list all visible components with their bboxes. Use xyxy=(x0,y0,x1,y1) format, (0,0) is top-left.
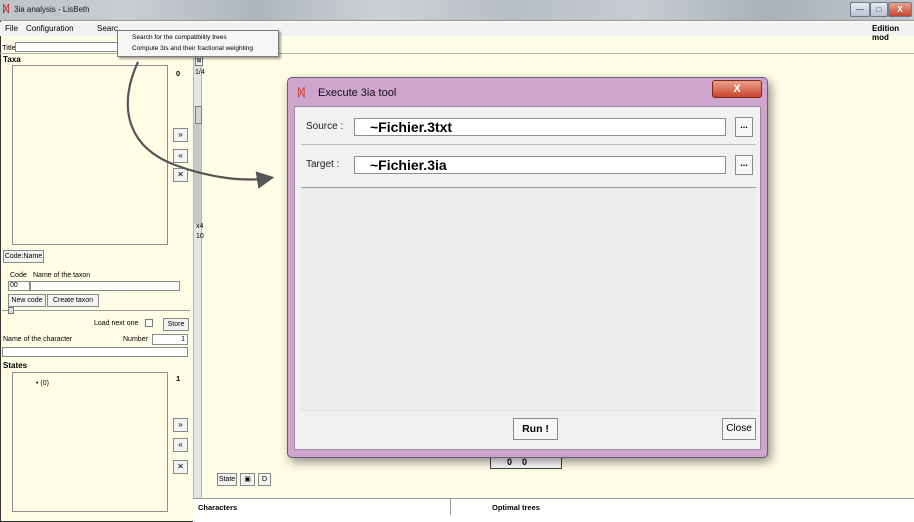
zoom-bottom-value: 10 xyxy=(196,233,204,240)
output-area xyxy=(301,187,756,411)
dialog-close-icon[interactable]: X xyxy=(712,80,762,98)
states-remove-button[interactable]: ✕ xyxy=(173,460,188,474)
window-controls: — □ X xyxy=(850,2,914,17)
window-title: 3ia analysis - LisBeth xyxy=(14,5,90,14)
save-icon[interactable]: ▣ xyxy=(240,473,255,486)
tree-node-values: 0 0 xyxy=(507,457,528,467)
source-input[interactable]: ~Fichier.3txt xyxy=(354,118,726,136)
state-button[interactable]: State xyxy=(217,473,237,486)
character-name-input[interactable] xyxy=(2,347,188,357)
states-move-left-button[interactable]: « xyxy=(173,438,188,452)
d-button[interactable]: D xyxy=(258,473,271,486)
characters-panel-title: Characters xyxy=(198,503,238,512)
menu-file[interactable]: File xyxy=(5,24,18,33)
title-bar: ᛞ 3ia analysis - LisBeth — □ X xyxy=(0,0,914,21)
number-input[interactable]: 1 xyxy=(152,334,188,345)
create-taxon-button[interactable]: Create taxon xyxy=(47,294,99,307)
target-label: Target : xyxy=(306,159,340,170)
execute-3ia-dialog: ᛞ Execute 3ia tool X Source : ~Fichier.3… xyxy=(287,77,768,458)
character-slider-thumb[interactable] xyxy=(8,307,14,314)
number-label: Number xyxy=(123,336,148,343)
dialog-divider xyxy=(301,144,756,145)
menu-search[interactable]: Searc xyxy=(97,24,118,33)
menu-compute-3is[interactable]: Compute 3is and their fractional weighti… xyxy=(132,45,253,52)
search-dropdown-menu: Search for the compatibility trees Compu… xyxy=(117,30,279,57)
bottom-panels xyxy=(193,498,914,522)
source-browse-button[interactable]: ... xyxy=(735,117,753,137)
code-name-button[interactable]: Code:Name xyxy=(3,250,44,263)
dialog-title: Execute 3ia tool xyxy=(318,87,397,99)
states-move-right-button[interactable]: » xyxy=(173,418,188,432)
menu-configuration[interactable]: Configuration xyxy=(26,24,74,33)
load-next-label: Load next one xyxy=(94,320,139,327)
close-button[interactable]: Close xyxy=(722,418,756,440)
states-list[interactable] xyxy=(12,372,168,512)
new-code-button[interactable]: New code xyxy=(8,294,46,307)
character-slider-track xyxy=(2,310,190,311)
source-label: Source : xyxy=(306,121,344,132)
source-path: ~Fichier.3txt xyxy=(370,119,453,135)
zoom-mark: x4 xyxy=(196,223,204,230)
edition-mode-label: Edition mod xyxy=(872,24,900,42)
bottom-splitter[interactable] xyxy=(450,499,451,515)
code-input[interactable]: 00 xyxy=(8,281,30,291)
dialog-app-icon: ᛞ xyxy=(298,87,305,99)
minimize-button[interactable]: — xyxy=(850,2,870,17)
taxon-name-label: Name of the taxon xyxy=(33,272,91,279)
states-count: 1 xyxy=(176,374,181,383)
optimal-trees-panel-title: Optimal trees xyxy=(492,503,540,512)
states-title: States xyxy=(3,361,28,370)
load-next-checkbox[interactable] xyxy=(145,319,153,327)
target-path: ~Fichier.3ia xyxy=(370,157,447,173)
state-item[interactable]: • (0) xyxy=(36,380,49,387)
close-window-button[interactable]: X xyxy=(888,2,912,17)
dialog-body: Source : ~Fichier.3txt ... Target : ~Fic… xyxy=(294,106,761,450)
target-browse-button[interactable]: ... xyxy=(735,155,753,175)
run-button[interactable]: Run ! xyxy=(513,418,558,440)
taxa-title: Taxa xyxy=(3,55,21,64)
app-logo-icon: ᛞ xyxy=(3,4,9,15)
code-label: Code xyxy=(10,272,27,279)
target-input[interactable]: ~Fichier.3ia xyxy=(354,156,726,174)
maximize-button[interactable]: □ xyxy=(870,2,888,17)
menu-search-compatibility-trees[interactable]: Search for the compatibility trees xyxy=(132,34,227,41)
character-name-label: Name of the character xyxy=(3,336,73,343)
taxon-name-input[interactable] xyxy=(30,281,180,291)
store-button[interactable]: Store xyxy=(163,318,189,331)
title-input[interactable] xyxy=(15,42,121,52)
annotation-arrow-icon xyxy=(126,61,275,189)
